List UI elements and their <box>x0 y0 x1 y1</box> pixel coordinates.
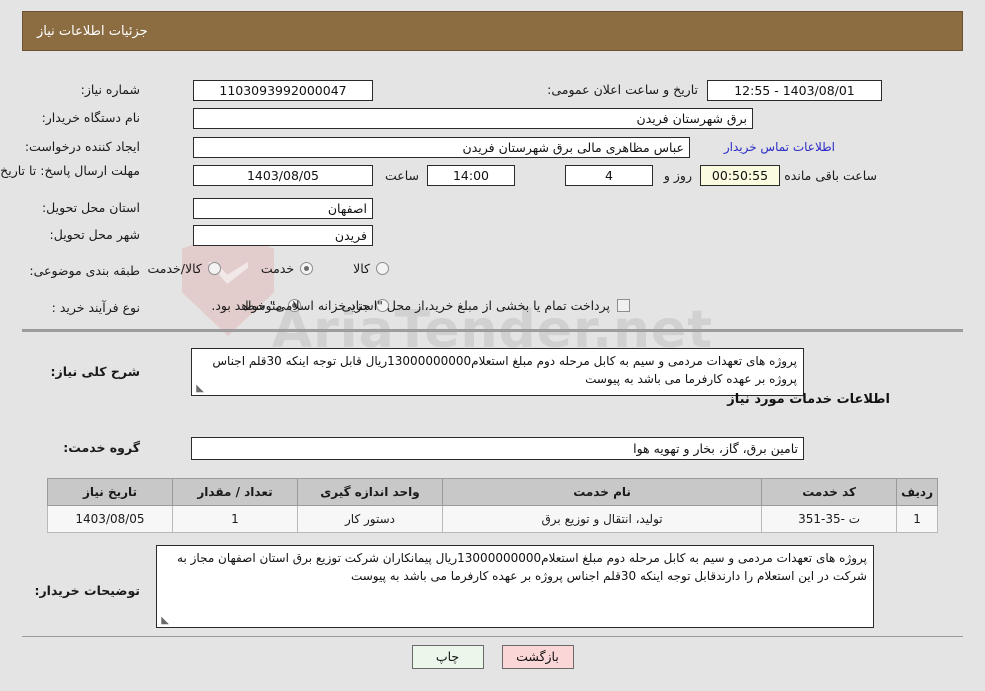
panel-divider-1 <box>22 330 963 331</box>
action-buttons: بازگشت چاپ <box>0 645 985 669</box>
page-root: جزئیات اطلاعات نیاز AriaTender.net شماره… <box>0 0 985 691</box>
page-title: جزئیات اطلاعات نیاز <box>37 23 148 39</box>
back-button[interactable]: بازگشت <box>501 645 574 669</box>
print-button[interactable]: چاپ <box>411 645 484 669</box>
need-info-panel <box>22 62 963 330</box>
details-panel <box>22 331 963 637</box>
page-header: جزئیات اطلاعات نیاز <box>22 11 963 51</box>
